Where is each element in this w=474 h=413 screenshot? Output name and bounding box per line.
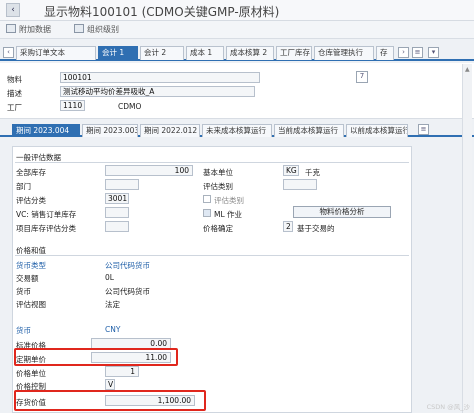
project-stock-label: 项目库存评估分类 bbox=[16, 224, 76, 233]
valuation-view-value: 法定 bbox=[105, 300, 120, 309]
additional-data-label: 附加数据 bbox=[19, 25, 51, 34]
tab-period-2023-003[interactable]: 期间 2023.003 bbox=[82, 124, 138, 137]
tab-period-2023-004[interactable]: 期间 2023.004 bbox=[12, 124, 80, 137]
org-levels-icon bbox=[74, 24, 84, 33]
plant-label: 工厂 bbox=[7, 103, 22, 112]
currency-type-label: 货币类型 bbox=[16, 261, 46, 270]
price-control-field[interactable]: V bbox=[105, 379, 115, 390]
scrollbar[interactable]: ▲ bbox=[462, 64, 472, 413]
plant-field[interactable]: 1110 bbox=[60, 100, 85, 111]
vc-sales-order-field[interactable] bbox=[105, 207, 129, 218]
tab-list-icon[interactable]: ≡ bbox=[412, 47, 423, 58]
period-tabs: 期间 2023.004 期间 2023.003 期间 2022.012 未来成本… bbox=[0, 123, 474, 137]
material-price-analysis-button[interactable]: 物料价格分析 bbox=[293, 206, 391, 218]
back-icon[interactable]: ‹ bbox=[6, 3, 20, 17]
scroll-tabs-right-icon[interactable]: › bbox=[398, 47, 409, 58]
currency-table-label: 交易额 bbox=[16, 274, 39, 283]
tab-plant-stock[interactable]: 工厂库存 bbox=[276, 46, 312, 60]
view-tabs: ‹ 采购订单文本 会计 1 会计 2 成本 1 成本核算 2 工厂库存 仓库管理… bbox=[0, 42, 474, 61]
divider bbox=[15, 162, 409, 163]
info-icon[interactable]: 7 bbox=[356, 71, 368, 83]
tab-storage[interactable]: 存 bbox=[376, 46, 394, 60]
division-label: 部门 bbox=[16, 182, 31, 191]
valuation-type-label: 评估类别 bbox=[203, 182, 233, 191]
org-levels-button[interactable]: 组织级别 bbox=[74, 24, 119, 36]
project-stock-field[interactable] bbox=[105, 221, 129, 232]
material-field[interactable]: 100101 bbox=[60, 72, 260, 83]
period-tab-list-icon[interactable]: ≡ bbox=[418, 124, 429, 135]
toolbar: 附加数据 组织级别 bbox=[0, 21, 474, 39]
tab-current-costing[interactable]: 当前成本核算运行 bbox=[274, 124, 344, 137]
total-stock-field[interactable]: 100 bbox=[105, 165, 193, 176]
material-price-analysis-label: 物料价格分析 bbox=[319, 207, 365, 216]
currency-value: 公司代码货币 bbox=[105, 287, 150, 296]
tab-accounting-2[interactable]: 会计 2 bbox=[140, 46, 184, 60]
vc-sales-order-label: VC: 销售订单库存 bbox=[16, 210, 77, 219]
price-determination-label: 价格确定 bbox=[203, 224, 233, 233]
valuation-view-label: 评估视图 bbox=[16, 300, 46, 309]
scroll-tabs-left-icon[interactable]: ‹ bbox=[3, 47, 14, 58]
tab-costing-2[interactable]: 成本核算 2 bbox=[226, 46, 274, 60]
org-levels-label: 组织级别 bbox=[87, 25, 119, 34]
highlight-box-periodic-price bbox=[14, 348, 178, 366]
description-field[interactable]: 测试移动平均价差异吸收_A bbox=[60, 86, 255, 97]
tab-future-costing[interactable]: 未来成本核算运行 bbox=[202, 124, 272, 137]
additional-data-icon bbox=[6, 24, 16, 33]
tab-costing-1[interactable]: 成本 1 bbox=[186, 46, 224, 60]
tab-menu-icon[interactable]: ▾ bbox=[428, 47, 439, 58]
description-label: 描述 bbox=[7, 89, 22, 98]
tab-po-text[interactable]: 采购订单文本 bbox=[16, 46, 96, 60]
additional-data-button[interactable]: 附加数据 bbox=[6, 24, 51, 36]
valuation-class-label: 评估分类 bbox=[16, 196, 46, 205]
base-unit-label: 基本单位 bbox=[203, 168, 233, 177]
price-unit-field[interactable]: 1 bbox=[105, 366, 139, 377]
price-determination-description: 基于交易的 bbox=[297, 224, 335, 233]
ml-checkbox[interactable] bbox=[203, 209, 211, 217]
scroll-up-icon[interactable]: ▲ bbox=[465, 66, 470, 74]
tab-warehouse[interactable]: 仓库管理执行 bbox=[314, 46, 374, 60]
currency-2-label: 货币 bbox=[16, 326, 31, 335]
highlight-box-inventory-value bbox=[14, 390, 206, 411]
ml-label: ML 作业 bbox=[214, 210, 243, 219]
valuation-panel: 一般评估数据 全部库存 100 基本单位 KG 千克 部门 评估类别 评估分类 … bbox=[12, 146, 412, 413]
valuation-category-label: 评估类别 bbox=[214, 196, 244, 205]
base-unit-description: 千克 bbox=[305, 168, 320, 177]
divider bbox=[15, 255, 409, 256]
tab-previous-costing[interactable]: 以前成本核算运行 bbox=[346, 124, 408, 137]
valuation-category-checkbox[interactable] bbox=[203, 195, 211, 203]
header-panel: 物料 100101 描述 测试移动平均价差异吸收_A 工厂 1110 CDMO … bbox=[0, 63, 474, 119]
price-unit-label: 价格单位 bbox=[16, 369, 46, 378]
price-determination-field[interactable]: 2 bbox=[283, 221, 293, 232]
valuation-type-field[interactable] bbox=[283, 179, 317, 190]
division-field[interactable] bbox=[105, 179, 139, 190]
tab-period-2022-012[interactable]: 期间 2022.012 bbox=[140, 124, 200, 137]
currency-table-value: 0L bbox=[105, 273, 114, 282]
total-stock-label: 全部库存 bbox=[16, 168, 46, 177]
currency-type-value: 公司代码货币 bbox=[105, 261, 150, 270]
valuation-class-field[interactable]: 3001 bbox=[105, 193, 129, 204]
watermark: CSDN @风_沙 bbox=[426, 403, 470, 411]
window-title: 显示物料100101 (CDMO关键GMP-原材料) bbox=[44, 5, 280, 19]
tab-accounting-1[interactable]: 会计 1 bbox=[98, 46, 138, 60]
material-label: 物料 bbox=[7, 75, 22, 84]
currency-label: 货币 bbox=[16, 287, 31, 296]
currency-2-value: CNY bbox=[105, 325, 121, 334]
plant-description: CDMO bbox=[118, 102, 142, 111]
base-unit-field[interactable]: KG bbox=[283, 165, 299, 176]
title-bar: ‹ 显示物料100101 (CDMO关键GMP-原材料) bbox=[0, 0, 474, 21]
